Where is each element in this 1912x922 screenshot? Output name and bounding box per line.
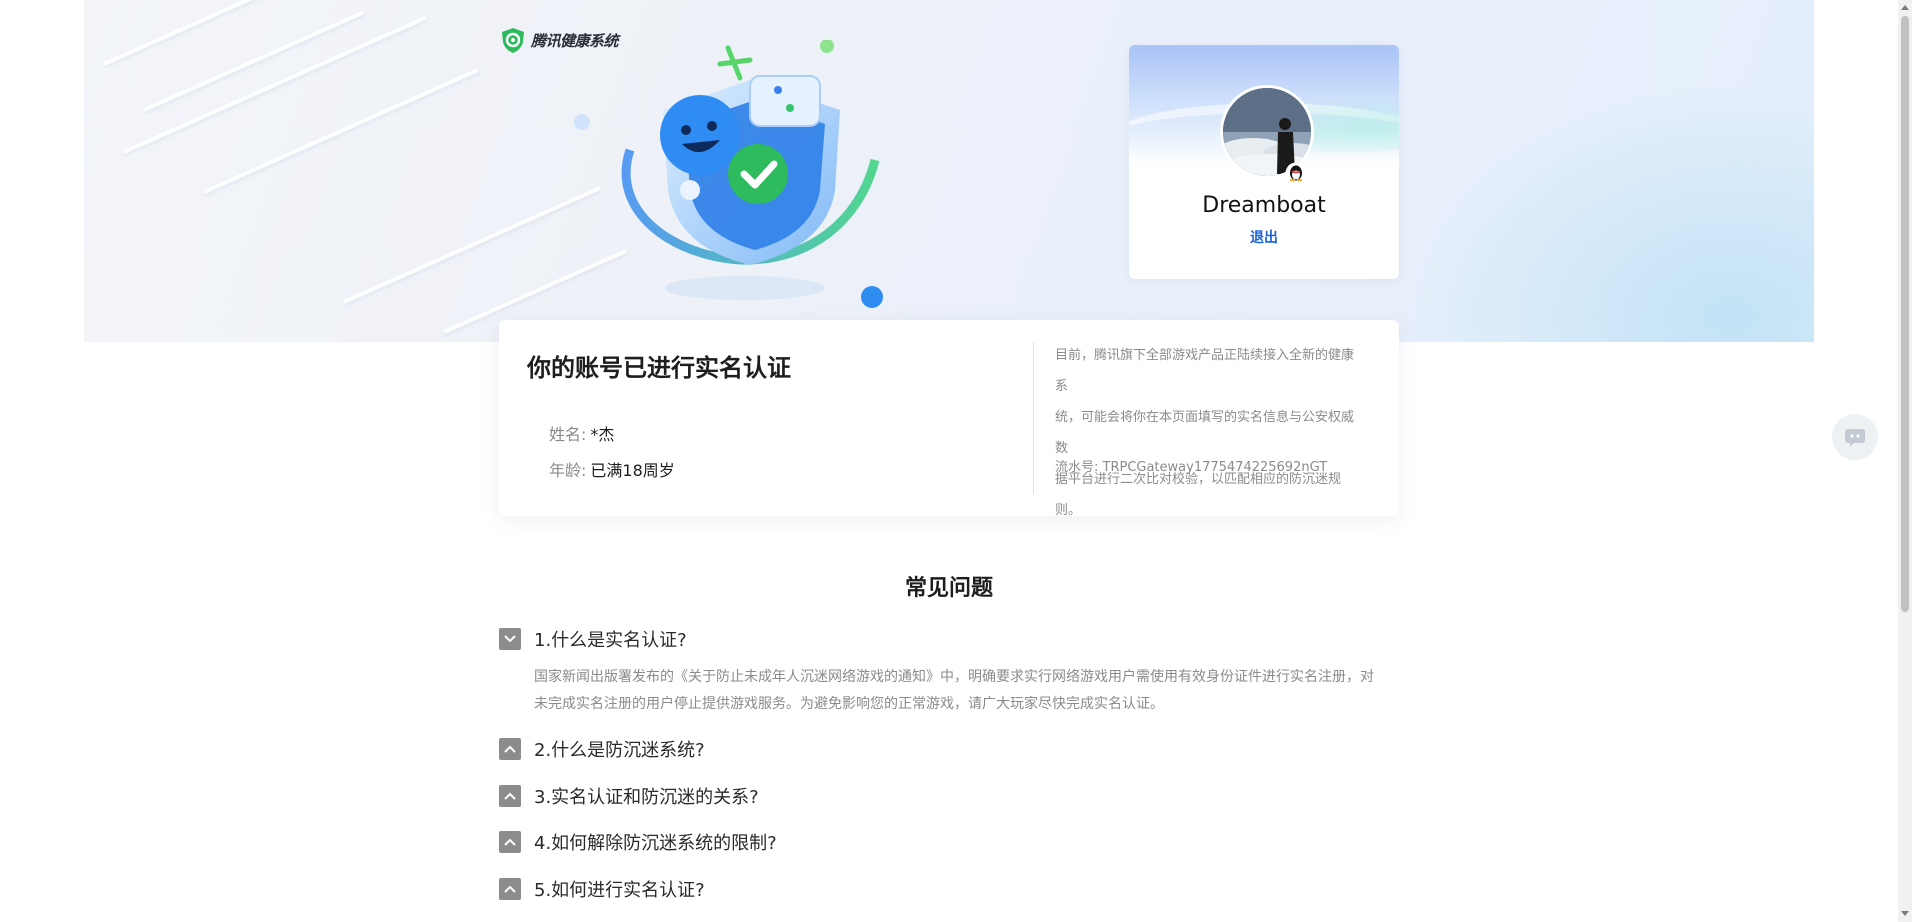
card-divider [1033, 342, 1034, 494]
note-line: 统，可能会将你在本页面填写的实名信息与公安权威数 [1055, 410, 1355, 456]
hero-banner [84, 0, 1814, 342]
faq-item-4[interactable]: 4.如何解除防沉迷系统的限制? [499, 829, 777, 855]
qq-penguin-icon [1285, 162, 1307, 184]
name-row: 姓名: *杰 [549, 421, 614, 445]
faq-toggle-button[interactable] [499, 831, 521, 853]
faq-question: 1.什么是实名认证? [534, 630, 687, 651]
name-value: *杰 [590, 425, 615, 444]
faq-answer: 国家新闻出版署发布的《关于防止未成年人沉迷网络游戏的通知》中，明确要求实行网络游… [534, 664, 1400, 718]
name-label: 姓名: [549, 425, 587, 444]
scrollbar-thumb[interactable] [1901, 16, 1909, 612]
floating-chat-button[interactable] [1832, 414, 1878, 460]
chevron-up-icon [504, 792, 516, 800]
shield-check-icon [502, 28, 524, 53]
faq-item-2[interactable]: 2.什么是防沉迷系统? [499, 736, 705, 762]
faq-toggle-button[interactable] [499, 738, 521, 760]
chat-icon [1845, 429, 1865, 447]
faq-item-5[interactable]: 5.如何进行实名认证? [499, 876, 705, 902]
verification-note: 目前，腾讯旗下全部游戏产品正陆续接入全新的健康系 统，可能会将你在本页面填写的实… [1055, 340, 1365, 526]
vertical-scrollbar[interactable] [1898, 0, 1912, 922]
scroll-up-arrow-icon[interactable] [1901, 5, 1909, 10]
faq-question: 5.如何进行实名认证? [534, 880, 705, 901]
chevron-up-icon [504, 838, 516, 846]
security-mascot-illustration [574, 40, 883, 308]
age-label: 年龄: [549, 461, 587, 480]
chevron-up-icon [504, 745, 516, 753]
faq-question: 2.什么是防沉迷系统? [534, 740, 705, 761]
serial-number: 流水号: TRPCGateway1775474225692nGT [1055, 460, 1328, 475]
logout-link[interactable]: 退出 [1129, 227, 1399, 247]
faq-item-1[interactable]: 1.什么是实名认证? [499, 626, 687, 652]
faq-title: 常见问题 [904, 576, 993, 601]
faq-question: 4.如何解除防沉迷系统的限制? [534, 833, 777, 854]
chevron-up-icon [504, 885, 516, 893]
age-row: 年龄: 已满18周岁 [549, 457, 675, 481]
faq-item-3[interactable]: 3.实名认证和防沉迷的关系? [499, 783, 759, 809]
faq-toggle-button[interactable] [499, 628, 521, 650]
note-line: 目前，腾讯旗下全部游戏产品正陆续接入全新的健康系 [1055, 348, 1355, 394]
verification-title: 你的账号已进行实名认证 [527, 354, 791, 382]
chevron-down-icon [504, 635, 516, 643]
faq-toggle-button[interactable] [499, 785, 521, 807]
answer-line: 国家新闻出版署发布的《关于防止未成年人沉迷网络游戏的通知》中，明确要求实行网络游… [534, 669, 1374, 685]
faq-toggle-button[interactable] [499, 878, 521, 900]
answer-line: 未完成实名注册的用户停止提供游戏服务。为避免影响您的正常游戏，请广大玩家尽快完成… [534, 696, 1164, 712]
user-nickname: Dreamboat [1202, 193, 1326, 218]
verification-card: 你的账号已进行实名认证 姓名: *杰 年龄: 已满18周岁 目前，腾讯旗下全部游戏产… [499, 320, 1399, 518]
faq-question: 3.实名认证和防沉迷的关系? [534, 787, 759, 808]
user-profile-card: Dreamboat 退出 [1129, 45, 1399, 279]
age-value: 已满18周岁 [590, 461, 675, 480]
scroll-down-arrow-icon[interactable] [1901, 911, 1909, 916]
